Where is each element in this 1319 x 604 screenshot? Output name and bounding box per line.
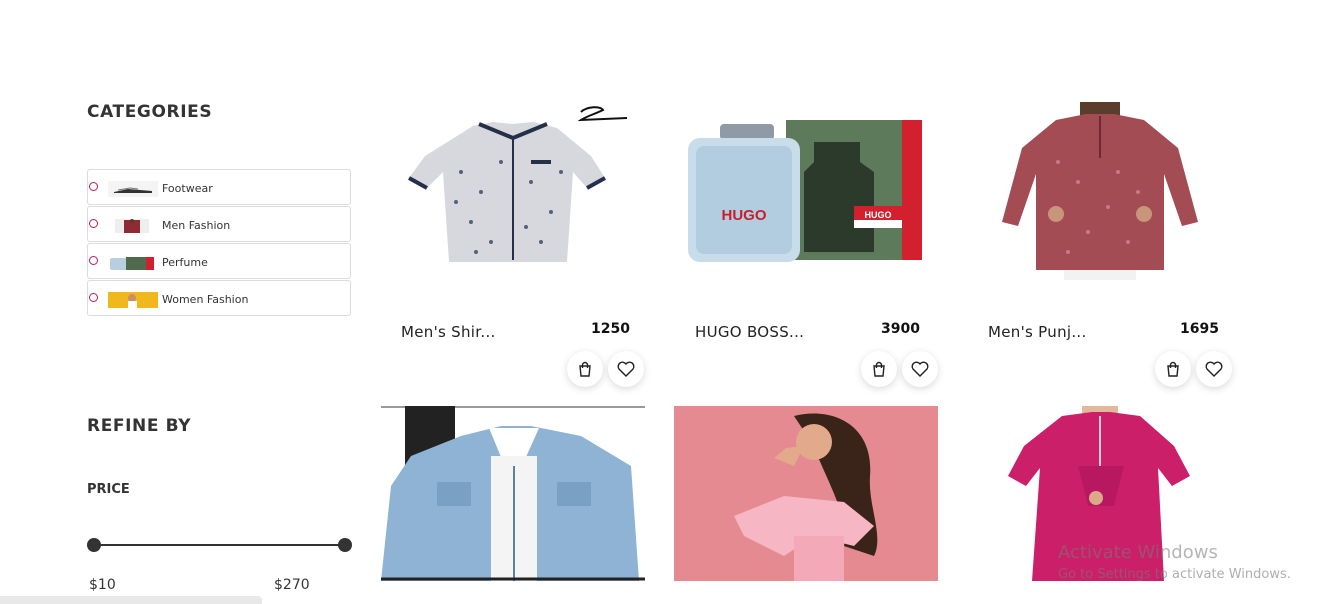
product-image-denim-jacket[interactable] bbox=[381, 406, 645, 581]
wishlist-button[interactable] bbox=[608, 351, 644, 387]
product-price: 3900 bbox=[881, 321, 920, 337]
heart-icon bbox=[1205, 361, 1223, 377]
browser-status-bar bbox=[0, 596, 262, 604]
radio-icon[interactable] bbox=[89, 182, 98, 191]
product-name[interactable]: HUGO BOSS... bbox=[695, 323, 804, 341]
price-min-value: $10 bbox=[89, 577, 116, 593]
price-title: PRICE bbox=[87, 482, 130, 497]
product-image-shirt[interactable] bbox=[381, 102, 645, 280]
product-image-pink-dress[interactable] bbox=[674, 406, 938, 581]
category-item-perfume[interactable]: Perfume bbox=[87, 243, 351, 279]
windows-activation-title: Activate Windows bbox=[1058, 542, 1218, 563]
price-slider-track[interactable] bbox=[94, 544, 345, 546]
add-to-cart-button[interactable] bbox=[1155, 351, 1191, 387]
product-price: 1695 bbox=[1180, 321, 1219, 337]
price-slider-min-handle[interactable] bbox=[87, 538, 101, 552]
heart-icon bbox=[617, 361, 635, 377]
product-price: 1250 bbox=[591, 321, 630, 337]
shopping-bag-icon bbox=[873, 361, 885, 377]
category-list: Footwear Men Fashion Perfume Women Fashi… bbox=[87, 169, 351, 317]
product-image-panjabi[interactable] bbox=[968, 102, 1232, 280]
svg-text:HUGO: HUGO bbox=[865, 210, 892, 220]
radio-icon[interactable] bbox=[89, 293, 98, 302]
shopping-bag-icon bbox=[579, 361, 591, 377]
category-label: Perfume bbox=[162, 256, 208, 269]
wishlist-button[interactable] bbox=[902, 351, 938, 387]
refine-by-title: REFINE BY bbox=[87, 416, 192, 436]
add-to-cart-button[interactable] bbox=[567, 351, 603, 387]
radio-icon[interactable] bbox=[89, 256, 98, 265]
category-label: Women Fashion bbox=[162, 293, 249, 306]
footwear-thumbnail bbox=[108, 181, 158, 197]
svg-text:HUGO: HUGO bbox=[722, 207, 767, 224]
wishlist-button[interactable] bbox=[1196, 351, 1232, 387]
product-name[interactable]: Men's Shir... bbox=[401, 323, 496, 341]
add-to-cart-button[interactable] bbox=[861, 351, 897, 387]
perfume-thumbnail bbox=[110, 257, 154, 270]
heart-icon bbox=[911, 361, 929, 377]
categories-title: CATEGORIES bbox=[87, 102, 213, 122]
category-label: Men Fashion bbox=[162, 219, 231, 232]
price-max-value: $270 bbox=[274, 577, 310, 593]
men-fashion-thumbnail bbox=[115, 219, 149, 233]
price-slider-max-handle[interactable] bbox=[338, 538, 352, 552]
category-item-men-fashion[interactable]: Men Fashion bbox=[87, 206, 351, 242]
product-name[interactable]: Men's Punj... bbox=[988, 323, 1087, 341]
category-item-women-fashion[interactable]: Women Fashion bbox=[87, 280, 351, 316]
product-image-perfume[interactable]: HUGO HUGO bbox=[674, 102, 938, 280]
radio-icon[interactable] bbox=[89, 219, 98, 228]
shopping-bag-icon bbox=[1167, 361, 1179, 377]
women-fashion-thumbnail bbox=[108, 292, 158, 308]
category-item-footwear[interactable]: Footwear bbox=[87, 169, 351, 205]
shop-page: CATEGORIES Footwear Men Fashion Perfume … bbox=[0, 0, 1319, 604]
windows-activation-subtitle: Go to Settings to activate Windows. bbox=[1058, 567, 1291, 582]
category-label: Footwear bbox=[162, 182, 213, 195]
